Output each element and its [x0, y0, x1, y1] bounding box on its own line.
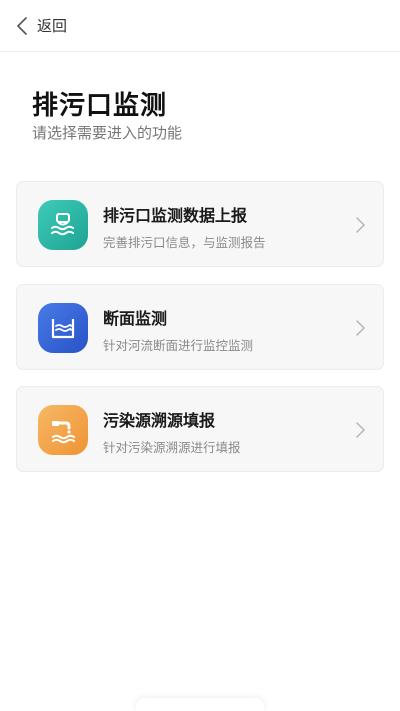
back-label: 返回: [37, 17, 68, 35]
card-outfall-data-report[interactable]: 排污口监测数据上报 完善排污口信息，与监测报告: [16, 181, 384, 267]
pollution-source-icon: [38, 405, 88, 455]
top-bar: 返回: [0, 0, 400, 52]
card-description: 针对污染源溯源进行填报: [103, 440, 241, 455]
card-description: 针对河流断面进行监控监测: [103, 338, 254, 353]
card-pollution-tracing[interactable]: 污染源溯源填报 针对污染源溯源进行填报: [16, 386, 384, 472]
river-section-icon: [38, 303, 88, 353]
home-indicator: [136, 698, 264, 711]
back-button[interactable]: 返回: [0, 0, 67, 52]
outfall-icon: [38, 200, 88, 250]
page-title: 排污口监测: [32, 91, 168, 121]
chevron-left-icon: [17, 16, 27, 35]
card-title: 断面监测: [103, 309, 168, 328]
chevron-right-icon: [356, 217, 365, 233]
card-title: 排污口监测数据上报: [103, 206, 248, 225]
card-section-monitoring[interactable]: 断面监测 针对河流断面进行监控监测: [16, 284, 384, 370]
page-subtitle: 请选择需要进入的功能: [32, 124, 183, 142]
card-title: 污染源溯源填报: [103, 411, 216, 430]
chevron-right-icon: [356, 422, 365, 438]
chevron-right-icon: [356, 320, 365, 336]
card-description: 完善排污口信息，与监测报告: [103, 235, 266, 250]
